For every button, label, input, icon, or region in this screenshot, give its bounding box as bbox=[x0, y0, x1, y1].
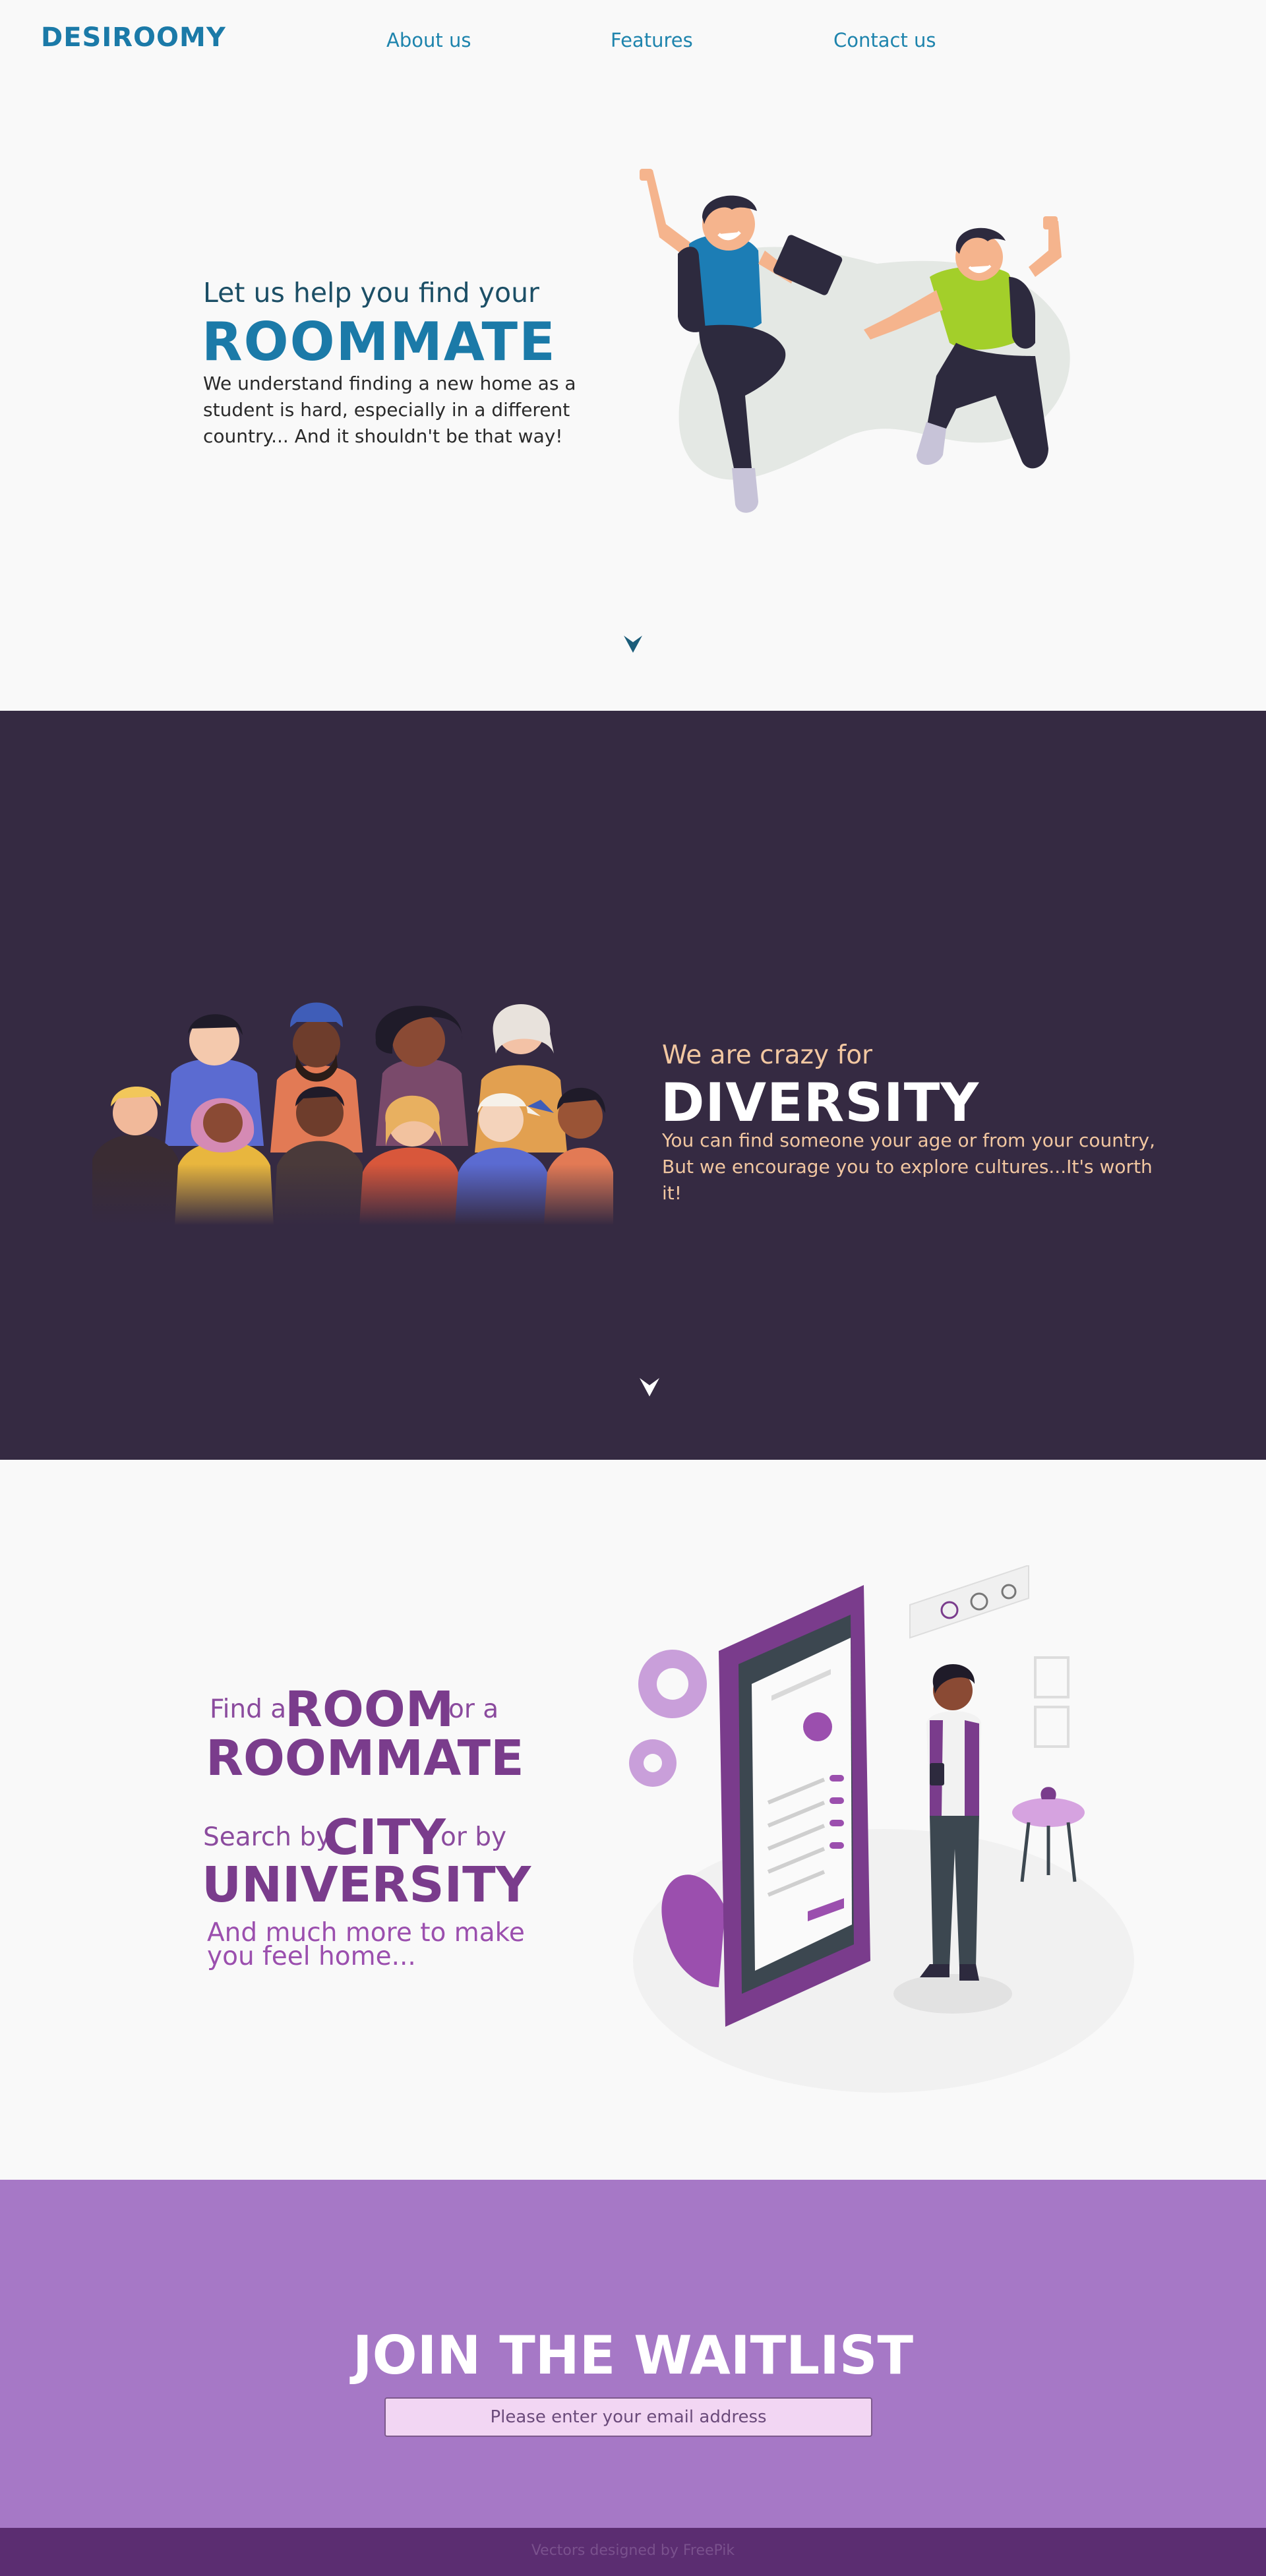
diversity-description: You can find someone your age or from yo… bbox=[662, 1129, 1156, 1204]
feature-roommate-text: ROOMMATE bbox=[206, 1730, 524, 1787]
hero-section: DESIROOMY About us Features Contact us L… bbox=[0, 0, 1266, 711]
feature-university-text: UNIVERSITY bbox=[202, 1857, 531, 1913]
scroll-down-arrow-icon[interactable] bbox=[638, 1377, 661, 1398]
diversity-section: We are crazy for DIVERSITY You can find … bbox=[0, 711, 1266, 1460]
diverse-people-illustration bbox=[92, 981, 613, 1225]
hero-title: ROOMMATE bbox=[202, 311, 557, 373]
feature-find-a-text: Find a bbox=[210, 1694, 287, 1724]
nav-link-about[interactable]: About us bbox=[386, 29, 471, 51]
jumping-students-illustration bbox=[640, 169, 1070, 513]
diversity-subtitle: We are crazy for bbox=[662, 1040, 873, 1070]
footer: Vectors designed by FreePik bbox=[0, 2528, 1266, 2576]
email-input[interactable] bbox=[384, 2397, 872, 2437]
scroll-down-arrow-icon[interactable] bbox=[622, 634, 644, 654]
nav-link-features[interactable]: Features bbox=[611, 29, 693, 51]
hero-subtitle: Let us help you find your bbox=[203, 277, 539, 309]
waitlist-section: JOIN THE WAITLIST bbox=[0, 2180, 1266, 2528]
diversity-title: DIVERSITY bbox=[661, 1072, 980, 1133]
site-logo[interactable]: DESIROOMY bbox=[41, 22, 226, 53]
nav-link-contact[interactable]: Contact us bbox=[833, 29, 936, 51]
feature-more-text: And much more to make you feel home... bbox=[207, 1918, 525, 1971]
footer-credit[interactable]: Vectors designed by FreePik bbox=[0, 2542, 1266, 2559]
top-navigation: DESIROOMY About us Features Contact us bbox=[0, 0, 1266, 79]
features-section: Find a ROOM or a ROOMMATE Search by CITY… bbox=[0, 1460, 1266, 2180]
hero-description: We understand finding a new home as a st… bbox=[203, 373, 576, 447]
feature-search-by-text: Search by bbox=[203, 1822, 332, 1852]
feature-or-a-text: or a bbox=[448, 1694, 499, 1724]
phone-settings-illustration bbox=[629, 1565, 1134, 2093]
waitlist-title: JOIN THE WAITLIST bbox=[352, 2325, 914, 2386]
feature-or-by-text: or by bbox=[440, 1822, 507, 1852]
